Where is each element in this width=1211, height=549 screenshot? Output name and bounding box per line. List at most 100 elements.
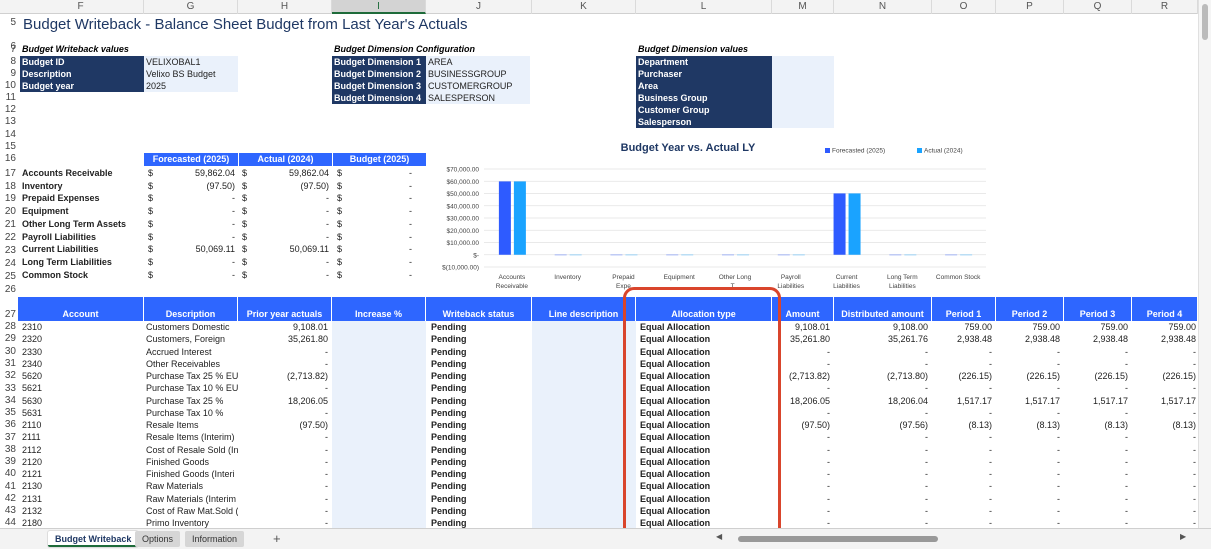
row-number[interactable]: 22 xyxy=(0,232,18,244)
prior-year-cell[interactable]: - xyxy=(240,407,328,419)
row-number[interactable]: 26 xyxy=(0,284,18,296)
row-number[interactable]: 30 xyxy=(0,346,18,358)
summary-forecast-value[interactable]: - xyxy=(160,193,235,203)
salesperson-value[interactable] xyxy=(772,116,834,128)
account-cell[interactable]: 2340 xyxy=(22,358,142,370)
summary-forecast-value[interactable]: - xyxy=(160,257,235,267)
distributed-amount-cell[interactable]: (2,713.80) xyxy=(836,370,928,382)
description-cell[interactable]: Raw Materials (Interim xyxy=(146,493,238,505)
spreadsheet[interactable]: FGHIJKLMNOPQR 5 6 7 8 9 10 11 12 13 14 15 16 17 18 19 2… xyxy=(0,0,1211,549)
summary-actual-value[interactable]: - xyxy=(254,270,329,280)
summary-budget-value[interactable]: - xyxy=(350,257,412,267)
main-header-increase[interactable]: Increase % xyxy=(332,297,426,321)
prior-year-cell[interactable]: (2,713.82) xyxy=(240,370,328,382)
distributed-amount-cell[interactable]: 35,261.76 xyxy=(836,333,928,345)
summary-actual-value[interactable]: - xyxy=(254,219,329,229)
period-2-cell[interactable]: - xyxy=(998,493,1060,505)
writeback-status-cell[interactable]: Pending xyxy=(431,505,531,517)
row-number[interactable]: 17 xyxy=(0,168,18,180)
period-1-cell[interactable]: - xyxy=(934,407,992,419)
period-3-cell[interactable]: 1,517.17 xyxy=(1066,395,1128,407)
amount-cell[interactable]: 9,108.01 xyxy=(774,321,830,333)
account-cell[interactable]: 2112 xyxy=(22,444,142,456)
description-cell[interactable]: Purchase Tax 10 % EU xyxy=(146,382,238,394)
business-group-value[interactable] xyxy=(772,92,834,104)
main-header-line-description[interactable]: Line description xyxy=(532,297,636,321)
main-header-distributed-amount[interactable]: Distributed amount xyxy=(834,297,932,321)
summary-budget-value[interactable]: - xyxy=(350,193,412,203)
column-header-h[interactable]: H xyxy=(238,0,332,14)
column-header-n[interactable]: N xyxy=(834,0,932,14)
period-2-cell[interactable]: - xyxy=(998,358,1060,370)
column-header-r[interactable]: R xyxy=(1132,0,1198,14)
account-cell[interactable]: 2132 xyxy=(22,505,142,517)
budget-vs-actual-chart[interactable]: Budget Year vs. Actual LY $70,000.00 $60,0… xyxy=(428,138,988,290)
summary-actual-value[interactable]: 59,862.04 xyxy=(254,168,329,178)
account-cell[interactable]: 2130 xyxy=(22,480,142,492)
writeback-status-cell[interactable]: Pending xyxy=(431,321,531,333)
row-number[interactable]: 29 xyxy=(0,333,18,345)
period-3-cell[interactable]: 2,938.48 xyxy=(1066,333,1128,345)
period-1-cell[interactable]: - xyxy=(934,480,992,492)
budget-year-value[interactable]: 2025 xyxy=(144,80,238,92)
period-2-cell[interactable]: - xyxy=(998,444,1060,456)
row-number[interactable]: 16 xyxy=(0,153,18,165)
scroll-right-icon[interactable]: ▶ xyxy=(1180,532,1186,541)
summary-budget-value[interactable]: - xyxy=(350,206,412,216)
distributed-amount-cell[interactable]: - xyxy=(836,431,928,443)
description-cell[interactable]: Purchase Tax 25 % xyxy=(146,395,238,407)
row-number[interactable]: 24 xyxy=(0,258,18,270)
amount-cell[interactable]: - xyxy=(774,493,830,505)
prior-year-cell[interactable]: - xyxy=(240,456,328,468)
summary-forecast-value[interactable]: 59,862.04 xyxy=(160,168,235,178)
period-4-cell[interactable]: - xyxy=(1134,468,1196,480)
amount-cell[interactable]: - xyxy=(774,358,830,370)
column-header-k[interactable]: K xyxy=(532,0,636,14)
distributed-amount-cell[interactable]: - xyxy=(836,456,928,468)
row-number[interactable]: 13 xyxy=(0,116,18,128)
row-number[interactable]: 7 xyxy=(0,44,18,56)
amount-cell[interactable]: - xyxy=(774,382,830,394)
period-2-cell[interactable]: 759.00 xyxy=(998,321,1060,333)
account-cell[interactable]: 5631 xyxy=(22,407,142,419)
period-4-cell[interactable]: 759.00 xyxy=(1134,321,1196,333)
distributed-amount-cell[interactable]: - xyxy=(836,444,928,456)
summary-budget-value[interactable]: - xyxy=(350,219,412,229)
amount-cell[interactable]: - xyxy=(774,431,830,443)
prior-year-cell[interactable]: (97.50) xyxy=(240,419,328,431)
add-sheet-button[interactable]: + xyxy=(266,531,288,547)
description-cell[interactable]: Customers, Foreign xyxy=(146,333,238,345)
description-cell[interactable]: Accrued Interest xyxy=(146,346,238,358)
amount-cell[interactable]: 35,261.80 xyxy=(774,333,830,345)
period-2-cell[interactable]: - xyxy=(998,431,1060,443)
period-3-cell[interactable]: - xyxy=(1066,444,1128,456)
row-number[interactable]: 10 xyxy=(0,80,18,92)
period-4-cell[interactable]: - xyxy=(1134,382,1196,394)
period-3-cell[interactable]: 759.00 xyxy=(1066,321,1128,333)
period-2-cell[interactable]: - xyxy=(998,382,1060,394)
period-1-cell[interactable]: - xyxy=(934,346,992,358)
account-cell[interactable]: 2320 xyxy=(22,333,142,345)
distributed-amount-cell[interactable]: - xyxy=(836,382,928,394)
distributed-amount-cell[interactable]: 9,108.00 xyxy=(836,321,928,333)
row-number[interactable]: 28 xyxy=(0,321,18,333)
distributed-amount-cell[interactable]: - xyxy=(836,468,928,480)
period-1-cell[interactable]: - xyxy=(934,456,992,468)
summary-forecast-value[interactable]: - xyxy=(160,270,235,280)
description-cell[interactable]: Resale Items xyxy=(146,419,238,431)
writeback-status-cell[interactable]: Pending xyxy=(431,346,531,358)
account-cell[interactable]: 2310 xyxy=(22,321,142,333)
period-4-cell[interactable]: - xyxy=(1134,505,1196,517)
writeback-status-cell[interactable]: Pending xyxy=(431,382,531,394)
column-header-p[interactable]: P xyxy=(996,0,1064,14)
period-3-cell[interactable]: (8.13) xyxy=(1066,419,1128,431)
amount-cell[interactable]: (97.50) xyxy=(774,419,830,431)
description-value[interactable]: Velixo BS Budget xyxy=(144,68,238,80)
distributed-amount-cell[interactable]: 18,206.04 xyxy=(836,395,928,407)
account-cell[interactable]: 5621 xyxy=(22,382,142,394)
area-value[interactable] xyxy=(772,80,834,92)
row-number[interactable]: 40 xyxy=(0,468,18,480)
account-cell[interactable]: 2131 xyxy=(22,493,142,505)
customer-group-value[interactable] xyxy=(772,104,834,116)
summary-actual-value[interactable]: - xyxy=(254,206,329,216)
